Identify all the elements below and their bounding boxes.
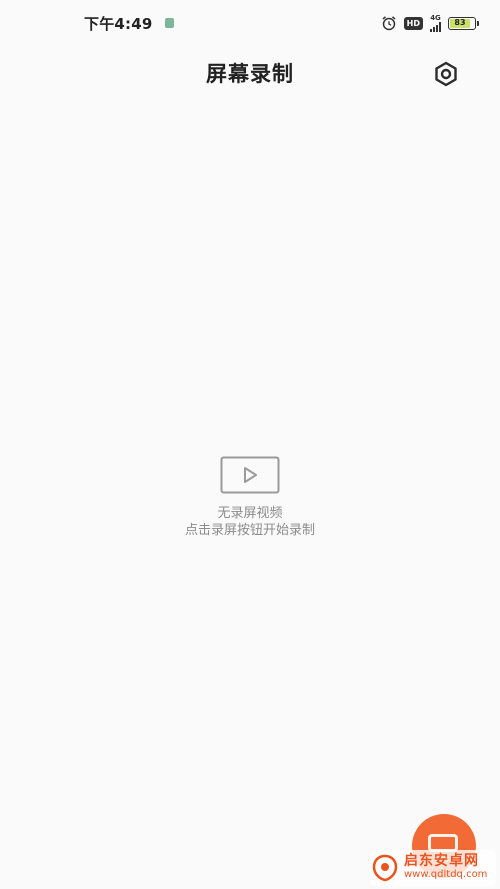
video-play-icon [220, 456, 280, 494]
status-time: 下午4:49 [84, 14, 153, 33]
mobile-network-indicator: 4G [430, 13, 441, 32]
status-bar-left: 下午4:49 [84, 13, 174, 34]
settings-button[interactable] [432, 60, 460, 88]
watermark: 启东安卓网 www.qdltdq.com [370, 850, 496, 886]
status-bar: 下午4:49 HD 4G 83 [0, 0, 500, 46]
watermark-url: www.qdltdq.com [404, 869, 488, 880]
alarm-clock-icon [382, 16, 396, 31]
signal-strength-icon [430, 21, 441, 32]
screen-recorder-screen: 下午4:49 HD 4G 83 屏幕录制 无录屏视频 点击录屏按钮开始录制 启东… [0, 0, 500, 889]
settings-icon [435, 61, 457, 87]
empty-state-title: 无录屏视频 [217, 506, 283, 521]
hd-voice-badge: HD [403, 16, 423, 30]
network-type-label: 4G [430, 13, 441, 22]
watermark-name: 启东安卓网 [404, 853, 479, 869]
notification-app-icon [164, 18, 174, 28]
battery-level: 83 [450, 18, 470, 28]
watermark-text: 启东安卓网 www.qdltdq.com [404, 854, 487, 882]
status-bar-right: HD 4G 83 [381, 13, 479, 32]
battery-icon: 83 [448, 16, 479, 30]
empty-state: 无录屏视频 点击录屏按钮开始录制 [0, 456, 500, 539]
page-title: 屏幕录制 [206, 62, 294, 86]
empty-state-hint: 点击录屏按钮开始录制 [184, 523, 315, 538]
title-bar: 屏幕录制 [0, 46, 500, 100]
watermark-logo-icon [372, 854, 398, 882]
